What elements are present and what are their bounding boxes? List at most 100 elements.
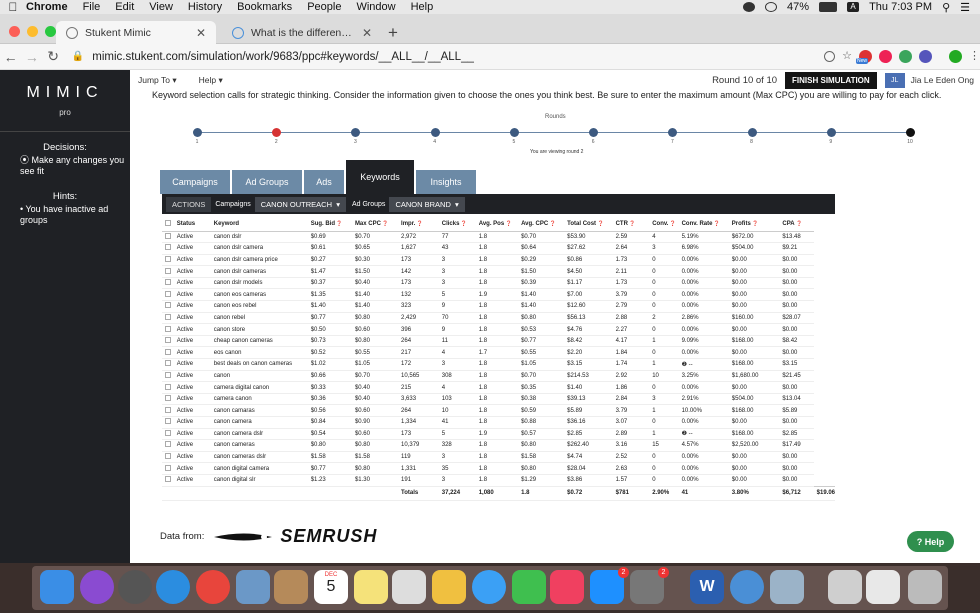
quicktime-icon[interactable]: [730, 570, 764, 604]
column-header[interactable]: Profits ❓: [728, 217, 780, 232]
max-cpc-cell[interactable]: $1.50: [351, 265, 399, 278]
menu-people[interactable]: People: [307, 1, 341, 13]
ad-group-select[interactable]: CANON BRAND ▾: [389, 196, 465, 212]
menu-kebab-icon[interactable]: ⋮: [969, 51, 980, 62]
menu-bookmarks[interactable]: Bookmarks: [237, 1, 292, 13]
status-cell[interactable]: Active: [173, 242, 211, 255]
info-icon[interactable]: ❓: [415, 221, 423, 227]
max-cpc-cell[interactable]: $1.30: [351, 474, 399, 487]
max-cpc-cell[interactable]: $0.40: [351, 393, 399, 406]
music-icon[interactable]: [550, 570, 584, 604]
max-cpc-cell[interactable]: $0.80: [351, 335, 399, 348]
tab-campaigns[interactable]: Campaigns: [160, 170, 230, 194]
url-text[interactable]: mimic.stukent.com/simulation/work/9683/p…: [92, 51, 474, 63]
grammarly-icon[interactable]: [899, 50, 912, 63]
row-checkbox[interactable]: [165, 395, 171, 402]
row-checkbox[interactable]: [165, 290, 171, 297]
mail-icon[interactable]: [236, 570, 270, 604]
creative-cloud-icon[interactable]: [743, 2, 756, 12]
browser-tab-difference[interactable]: What is the difference between ✕: [222, 21, 382, 44]
column-header[interactable]: Impr. ❓: [398, 217, 439, 232]
address-bar[interactable]: 🔒 mimic.stukent.com/simulation/work/9683…: [72, 46, 816, 68]
status-cell[interactable]: Active: [173, 312, 211, 325]
downloads-stack-icon[interactable]: [828, 570, 862, 604]
finder-icon[interactable]: [40, 570, 74, 604]
menu-help[interactable]: Help: [411, 1, 434, 13]
close-window-button[interactable]: [9, 26, 20, 37]
round-dot-8[interactable]: [747, 128, 757, 137]
contacts-icon[interactable]: [274, 570, 308, 604]
row-checkbox[interactable]: [165, 337, 171, 344]
round-dot-6[interactable]: [589, 128, 599, 137]
round-dot-9[interactable]: [826, 128, 836, 137]
status-cell[interactable]: Active: [173, 346, 211, 360]
battery-icon[interactable]: [819, 2, 838, 12]
zoom-icon[interactable]: [824, 51, 836, 62]
siri-icon[interactable]: [80, 570, 114, 604]
status-cell[interactable]: Active: [173, 404, 211, 417]
max-cpc-cell[interactable]: $1.40: [351, 300, 399, 313]
row-checkbox[interactable]: [165, 383, 171, 390]
max-cpc-cell[interactable]: $0.90: [351, 416, 399, 429]
preview-icon[interactable]: [770, 570, 804, 604]
column-header[interactable]: CPA ❓: [779, 217, 814, 232]
campaign-select[interactable]: CANON OUTREACH ▾: [254, 196, 346, 212]
tab-keywords[interactable]: Keywords: [346, 160, 414, 194]
maps-icon[interactable]: [392, 570, 426, 604]
max-cpc-cell[interactable]: $0.55: [351, 346, 399, 360]
browser-tab-stukent[interactable]: Stukent Mimic ✕: [56, 21, 216, 44]
max-cpc-cell[interactable]: $1.58: [351, 451, 399, 464]
status-cell[interactable]: Active: [173, 393, 211, 406]
info-icon[interactable]: ❓: [504, 221, 512, 227]
user-name[interactable]: Jia Le Eden Ong: [911, 75, 974, 85]
back-icon[interactable]: ←: [0, 49, 21, 65]
tab-close-icon[interactable]: ✕: [196, 26, 206, 40]
select-all-checkbox[interactable]: [165, 219, 171, 226]
column-header[interactable]: Total Cost ❓: [564, 217, 613, 232]
status-cell[interactable]: Active: [173, 277, 211, 290]
safari-icon[interactable]: [156, 570, 190, 604]
round-dot-3[interactable]: [351, 128, 361, 137]
finish-simulation-button[interactable]: FINISH SIMULATION: [785, 71, 877, 89]
row-checkbox[interactable]: [165, 360, 171, 367]
status-cell[interactable]: Active: [173, 300, 211, 313]
menu-file[interactable]: File: [83, 1, 101, 13]
row-checkbox[interactable]: [165, 429, 171, 436]
actions-button[interactable]: ACTIONS: [166, 196, 212, 212]
menu-edit[interactable]: Edit: [115, 1, 134, 13]
spotlight-icon[interactable]: ⚲: [942, 1, 950, 14]
column-header[interactable]: Conv. Rate ❓: [678, 217, 729, 232]
max-cpc-cell[interactable]: $0.70: [351, 370, 399, 383]
info-icon[interactable]: ❓: [459, 221, 467, 227]
new-tab-button[interactable]: +: [388, 23, 398, 43]
menu-history[interactable]: History: [188, 1, 222, 13]
row-checkbox[interactable]: [165, 313, 171, 320]
jump-to-dropdown[interactable]: Jump To ▾: [138, 75, 177, 86]
round-dot-4[interactable]: [430, 128, 440, 137]
column-header[interactable]: Clicks ❓: [438, 217, 476, 232]
tab-ad-groups[interactable]: Ad Groups: [232, 170, 302, 194]
status-cell[interactable]: Active: [173, 439, 211, 452]
help-dropdown[interactable]: Help ▾: [199, 75, 223, 86]
word-icon[interactable]: W: [690, 570, 724, 604]
row-checkbox[interactable]: [165, 267, 171, 274]
menu-chrome[interactable]: Chrome: [26, 1, 68, 13]
facetime-icon[interactable]: [512, 570, 546, 604]
tab-ads[interactable]: Ads: [304, 170, 344, 194]
tab-insights[interactable]: Insights: [416, 170, 476, 194]
input-source-icon[interactable]: A: [847, 2, 860, 12]
max-cpc-cell[interactable]: $0.30: [351, 254, 399, 267]
row-checkbox[interactable]: [165, 325, 171, 332]
photos-icon[interactable]: [432, 570, 466, 604]
column-header[interactable]: Conv. ❓: [649, 217, 679, 232]
info-icon[interactable]: ❓: [712, 221, 720, 227]
status-cell[interactable]: Active: [173, 370, 211, 383]
launchpad-icon[interactable]: [118, 570, 152, 604]
max-cpc-cell[interactable]: $0.60: [351, 323, 399, 336]
column-header[interactable]: Keyword: [210, 217, 308, 232]
status-cell[interactable]: Active: [173, 428, 211, 441]
row-checkbox[interactable]: [165, 441, 171, 448]
status-cell[interactable]: Active: [173, 358, 211, 371]
avatar[interactable]: JL: [884, 72, 905, 88]
info-icon[interactable]: ❓: [628, 221, 635, 227]
